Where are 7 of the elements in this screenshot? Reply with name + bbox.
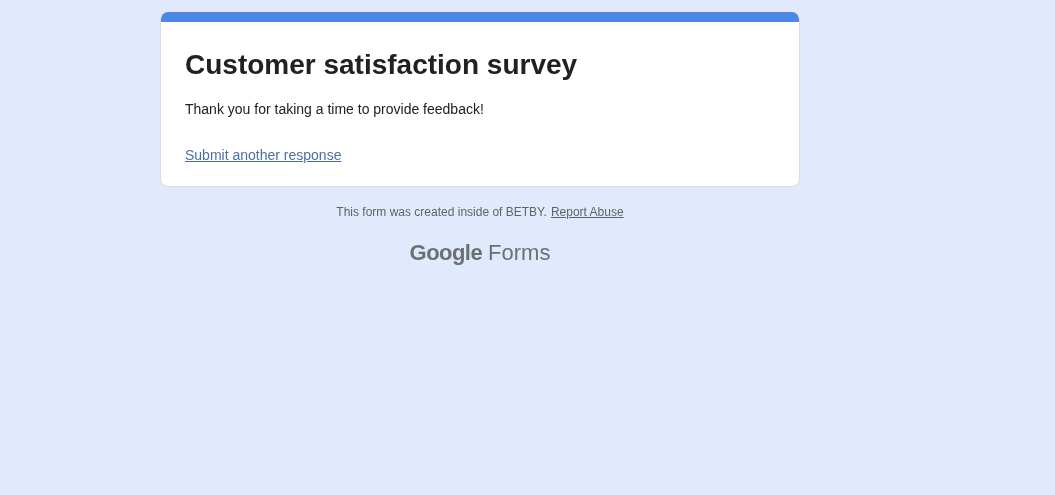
footer-notice: This form was created inside of BETBY. [336, 204, 547, 221]
logo-brand: Google [409, 239, 483, 267]
confirmation-message: Thank you for taking a time to provide feedback! [185, 100, 484, 119]
report-abuse-link[interactable]: Report Abuse [550, 203, 624, 221]
submit-another-link[interactable]: Submit another response [185, 145, 342, 165]
form-title: Customer satisfaction survey [185, 48, 578, 82]
logo-product: Forms [488, 239, 551, 267]
